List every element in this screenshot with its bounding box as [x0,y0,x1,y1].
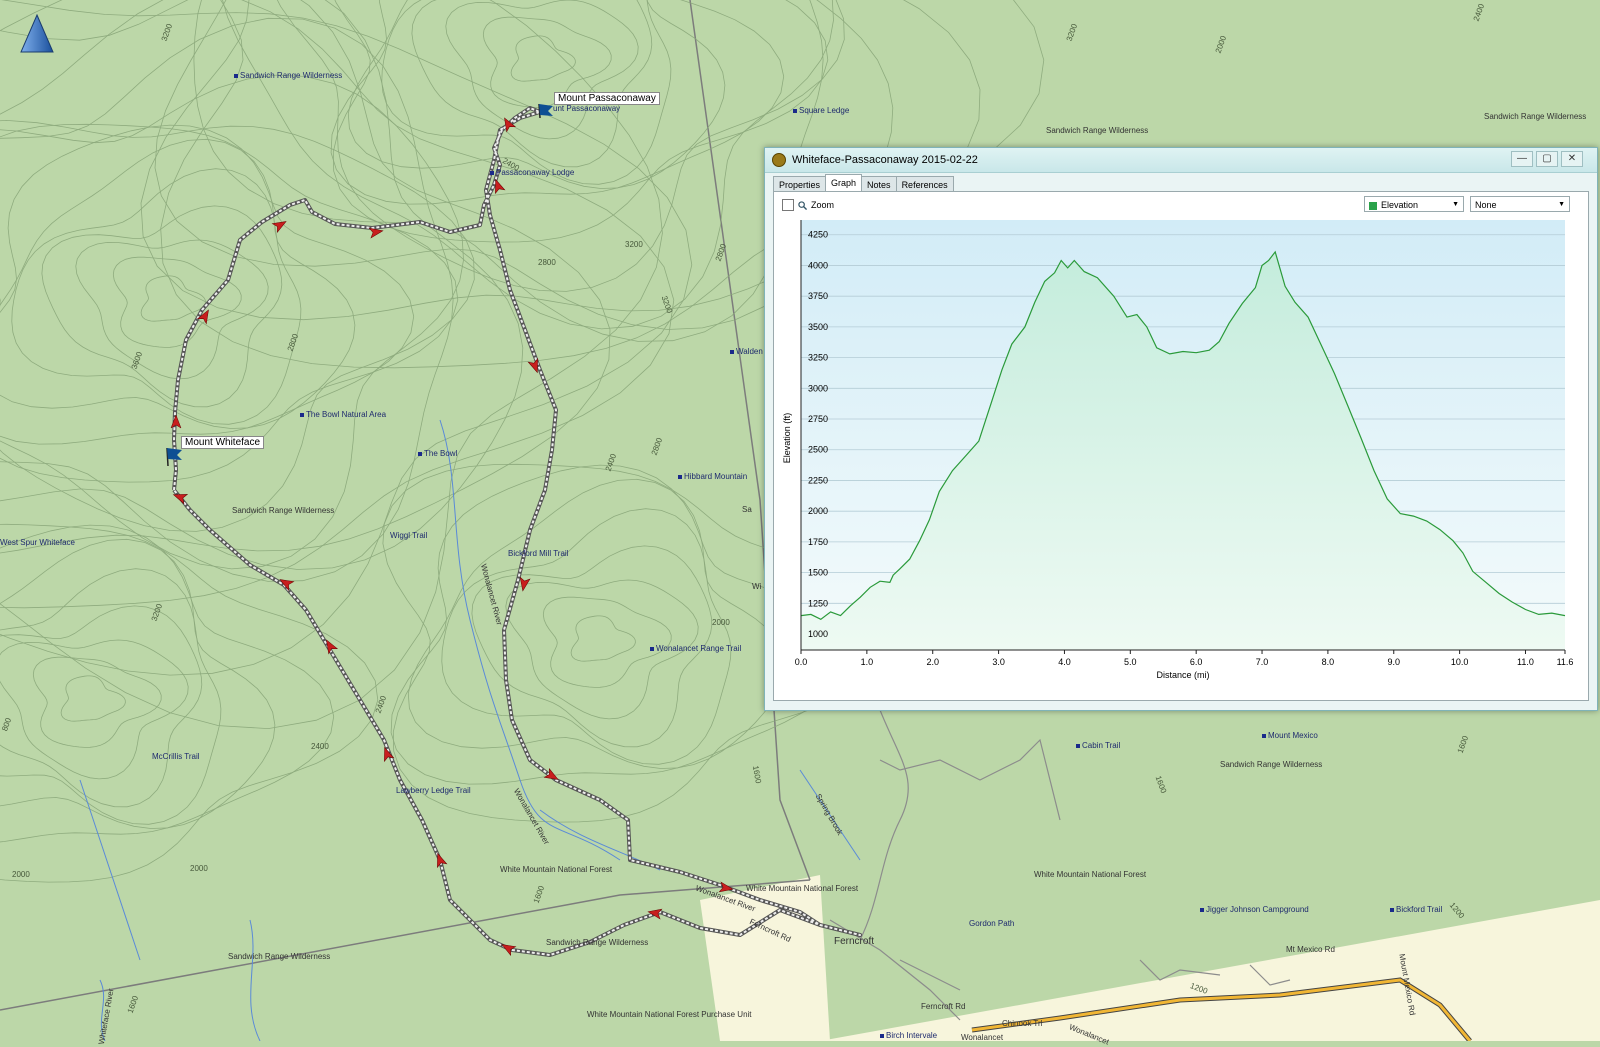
map-label: Bickford Trail [1390,905,1442,914]
x-tick-label: 2.0 [926,657,939,667]
map-label: Sandwich Range Wilderness [1220,760,1323,769]
map-label: West Spur Whiteface [0,538,75,547]
map-label: Lawberry Ledge Trail [396,786,471,795]
contour-label: 2800 [538,258,556,267]
x-tick-label: 8.0 [1322,657,1335,667]
map-label: Bickford Mill Trail [508,549,569,558]
series-color-swatch [1369,201,1377,210]
x-tick-label: 10.0 [1451,657,1469,667]
y-tick-label: 3750 [808,291,828,301]
map-label: Birch Intervale [880,1031,937,1040]
map-label: White Mountain National Forest [500,865,613,874]
y-tick-label: 4250 [808,230,828,240]
secondary-series-value: None [1475,200,1497,210]
contour-label: 2000 [190,864,208,873]
app-icon [772,153,786,167]
primary-series-select[interactable]: Elevation ▼ [1364,196,1464,212]
map-label: Passaconaway Lodge [490,168,574,177]
map-label: Square Ledge [793,106,849,115]
y-axis-label: Elevation (ft) [782,413,792,464]
map-label: Ferncroft [834,936,875,947]
zoom-control[interactable]: Zoom [782,199,834,211]
y-tick-label: 2750 [808,414,828,424]
y-tick-label: 1250 [808,598,828,608]
zoom-label: Zoom [811,200,835,210]
map-label: unt Passaconaway [553,104,621,113]
map-label: Mt Mexico Rd [1286,945,1335,954]
map-label: Jigger Johnson Campground [1200,905,1309,914]
map-label: Wiggl Trail [390,531,428,540]
x-tick-label: 3.0 [992,657,1005,667]
map-label: Sandwich Range Wilderness [228,952,331,961]
map-label: Sandwich Range Wilderness [234,71,342,80]
x-tick-label: 11.0 [1517,657,1534,667]
map-label: Sandwich Range Wilderness [232,506,335,515]
map-label: The Bowl [418,449,457,458]
map-label: Hibbard Mountain [678,472,747,481]
y-tick-label: 4000 [808,260,828,270]
x-tick-label: 6.0 [1190,657,1203,667]
map-label: Sandwich Range Wilderness [1484,112,1587,121]
map-label: Cabin Trail [1076,741,1120,750]
x-tick-label: 7.0 [1256,657,1269,667]
y-tick-label: 2500 [808,445,828,455]
x-tick-labels: 0.0 1.0 2.0 3.0 4.0 5.0 6.0 7.0 8.0 9.0 10.0 11.0 11… [795,650,1574,667]
track-properties-window[interactable]: Whiteface-Passaconaway 2015-02-22 — ▢ ✕ … [764,147,1598,711]
map-label: Ferncroft Rd [921,1002,966,1011]
contour-label: 3200 [625,240,643,249]
map-label: Sandwich Range Wilderness [546,938,649,947]
map-label: White Mountain National Forest [746,884,859,893]
y-tick-label: 2250 [808,475,828,485]
north-arrow-icon[interactable] [20,14,54,54]
y-tick-label: 1500 [808,568,828,578]
magnifier-icon [798,200,807,210]
map-label: Wonalancet Range Trail [650,644,741,653]
primary-series-value: Elevation [1381,200,1419,210]
x-tick-label: 0.0 [795,657,808,667]
y-tick-label: 3000 [808,383,828,393]
chevron-down-icon: ▼ [1558,201,1565,208]
y-tick-label: 1000 [808,629,828,639]
map-label: Sa [742,505,752,514]
chevron-down-icon: ▼ [1452,201,1459,208]
elevation-chart[interactable]: 1000 1250 1500 1750 2000 2250 2500 2750 3000 3250… [774,216,1586,696]
y-tick-label: 3250 [808,353,828,363]
secondary-series-select[interactable]: None ▼ [1470,196,1570,212]
waypoint-label-whiteface[interactable]: Mount Whiteface [181,436,265,449]
zoom-checkbox[interactable] [782,199,794,211]
x-axis-label: Distance (mi) [1156,670,1209,680]
window-title: Whiteface-Passaconaway 2015-02-22 [792,154,978,166]
map-label: Mount Mexico [1262,731,1318,740]
x-tick-label: 1.0 [861,657,874,667]
minimize-button[interactable]: — [1511,151,1533,167]
map-label: McCrillis Trail [152,752,200,761]
x-tick-label: 4.0 [1058,657,1071,667]
contour-label: 2000 [712,618,730,627]
map-label: Chinook Trl [1002,1019,1043,1028]
map-label: Sandwich Range Wilderness [1046,126,1149,135]
map-label: Gordon Path [969,919,1015,928]
x-tick-label: 9.0 [1388,657,1401,667]
graph-panel: Zoom Elevation ▼ None ▼ 1000 1250 1500 1750 [773,191,1589,701]
contour-label: 2000 [12,870,30,879]
x-tick-label: 11.6 [1557,657,1574,667]
map-label: The Bowl Natural Area [300,410,386,419]
x-tick-label: 5.0 [1124,657,1137,667]
contour-label: 2400 [311,742,329,751]
map-label: White Mountain National Forest [1034,870,1147,879]
map-label: White Mountain National Forest Purchase … [587,1010,752,1019]
y-tick-label: 2000 [808,506,828,516]
window-titlebar[interactable]: Whiteface-Passaconaway 2015-02-22 — ▢ ✕ [765,148,1597,173]
y-tick-label: 3500 [808,322,828,332]
close-button[interactable]: ✕ [1561,151,1583,167]
restore-button[interactable]: ▢ [1536,151,1558,167]
y-tick-label: 1750 [808,537,828,547]
map-label: Wi [752,582,762,591]
